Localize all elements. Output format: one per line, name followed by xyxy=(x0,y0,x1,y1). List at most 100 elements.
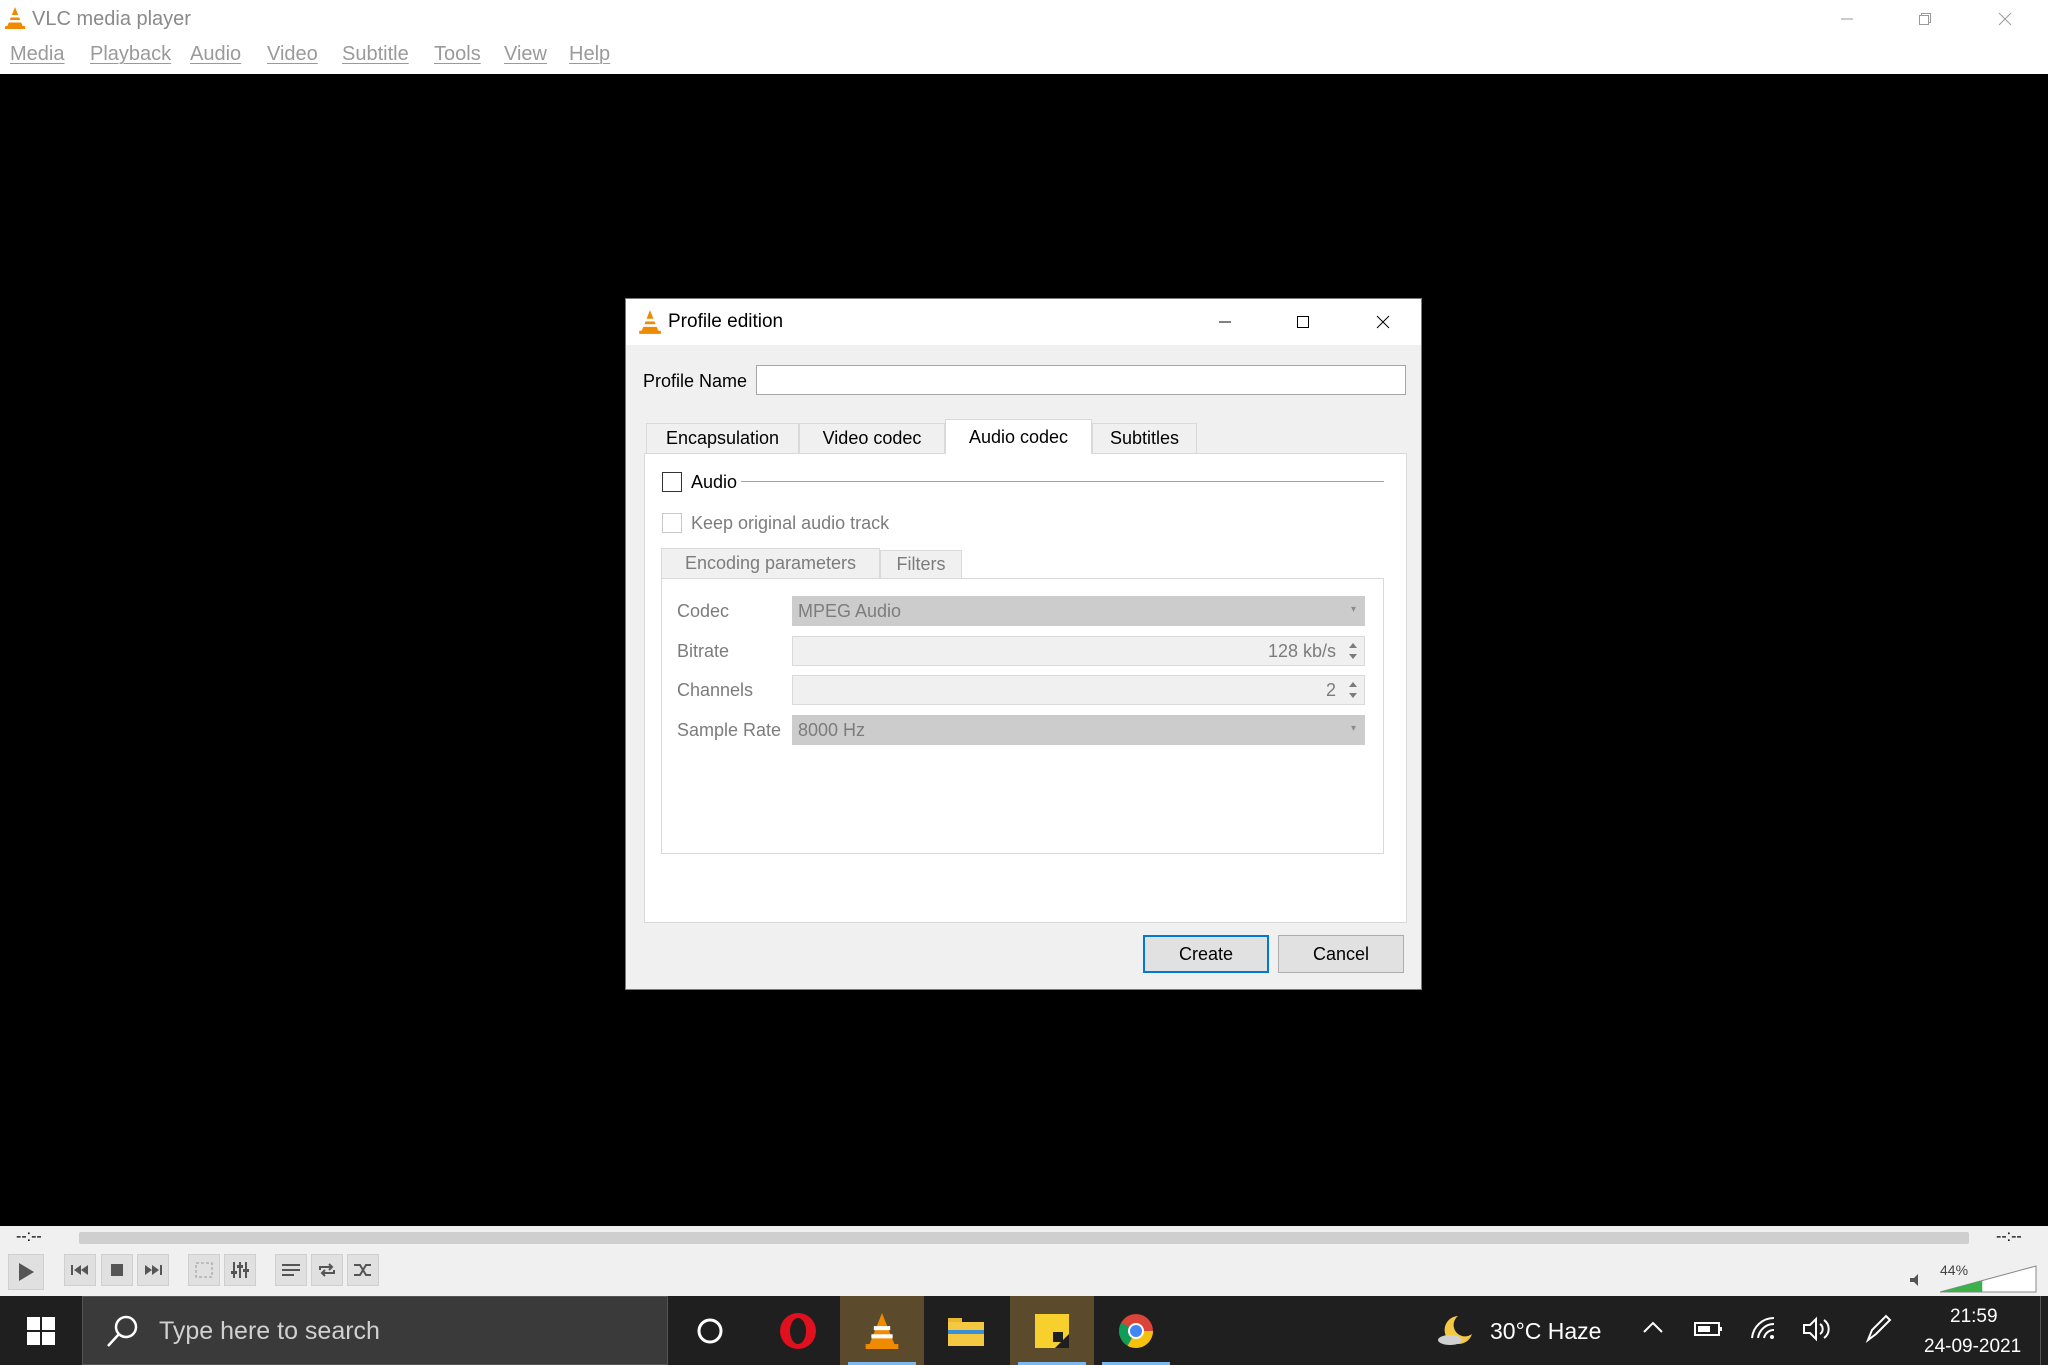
tab-subtitles[interactable]: Subtitles xyxy=(1092,423,1197,453)
tab-video-codec[interactable]: Video codec xyxy=(799,423,945,453)
dialog-close-button[interactable] xyxy=(1355,303,1411,341)
taskbar-vlc[interactable] xyxy=(840,1296,924,1365)
previous-button[interactable] xyxy=(64,1254,96,1286)
keep-original-audio-checkbox[interactable] xyxy=(662,513,682,533)
encoding-parameters-panel: Codec MPEG Audio ▾ Bitrate 128 kb/s Chan… xyxy=(661,578,1384,854)
menu-playback[interactable]: Playback xyxy=(90,43,171,66)
loop-button[interactable] xyxy=(311,1254,343,1286)
close-button[interactable] xyxy=(1966,0,2044,38)
vlc-titlebar: VLC media player xyxy=(0,0,2048,38)
window-title: VLC media player xyxy=(32,8,191,30)
fullscreen-button[interactable] xyxy=(188,1254,220,1286)
playlist-icon xyxy=(282,1264,300,1276)
player-controls: 44% xyxy=(0,1250,2048,1296)
dialog-minimize-button[interactable] xyxy=(1197,303,1253,341)
spin-arrows-icon[interactable] xyxy=(1346,678,1360,702)
elapsed-time: --:-- xyxy=(16,1228,42,1245)
profile-name-label: Profile Name xyxy=(643,371,748,391)
bitrate-spinbox[interactable]: 128 kb/s xyxy=(792,636,1365,666)
volume-wedge xyxy=(1939,1265,2037,1293)
audio-checkbox-label: Audio xyxy=(691,472,738,492)
seek-slider[interactable] xyxy=(79,1232,1969,1244)
taskbar-search-box[interactable]: Type here to search xyxy=(82,1296,668,1365)
menu-subtitle[interactable]: Subtitle xyxy=(342,43,409,66)
dialog-maximize-button[interactable] xyxy=(1275,303,1331,341)
clock-date[interactable]: 24-09-2021 xyxy=(1924,1336,2021,1358)
chrome-icon xyxy=(1119,1313,1153,1348)
file-explorer-icon xyxy=(948,1317,984,1346)
show-desktop-button[interactable] xyxy=(2040,1296,2048,1365)
menu-audio[interactable]: Audio xyxy=(190,43,241,66)
sample-rate-value: 8000 Hz xyxy=(798,719,866,740)
tab-audio-codec[interactable]: Audio codec xyxy=(945,419,1092,454)
taskbar-file-explorer[interactable] xyxy=(924,1296,1008,1365)
sample-rate-label: Sample Rate xyxy=(677,720,782,740)
search-placeholder: Type here to search xyxy=(159,1317,380,1345)
codec-select[interactable]: MPEG Audio ▾ xyxy=(792,596,1365,626)
equalizer-icon xyxy=(231,1262,249,1278)
menu-video[interactable]: Video xyxy=(267,43,318,66)
battery-icon[interactable] xyxy=(1694,1320,1724,1343)
cortana-button[interactable] xyxy=(668,1296,752,1365)
dialog-titlebar: Profile edition xyxy=(626,299,1421,345)
restore-button[interactable] xyxy=(1886,0,1964,38)
vlc-cone-icon xyxy=(638,309,662,340)
stop-icon xyxy=(111,1264,123,1276)
volume-icon[interactable] xyxy=(1802,1316,1832,1347)
play-button[interactable] xyxy=(8,1254,44,1290)
windows-taskbar: Type here to search 30°C Haze 21:59 24-0… xyxy=(0,1296,2048,1365)
extended-settings-button[interactable] xyxy=(224,1254,256,1286)
volume-speaker-icon[interactable] xyxy=(1908,1272,1924,1293)
weather-text[interactable]: 30°C Haze xyxy=(1490,1318,1601,1345)
chevron-down-icon: ▾ xyxy=(1350,604,1356,615)
chevron-up-icon[interactable] xyxy=(1642,1320,1664,1339)
playlist-button[interactable] xyxy=(275,1254,307,1286)
cortana-icon xyxy=(697,1318,723,1343)
menu-help[interactable]: Help xyxy=(569,43,610,66)
fullscreen-icon xyxy=(195,1262,213,1278)
start-button[interactable] xyxy=(0,1296,82,1365)
channels-spinbox[interactable]: 2 xyxy=(792,675,1365,705)
tab-encapsulation[interactable]: Encapsulation xyxy=(646,423,799,453)
cancel-button[interactable]: Cancel xyxy=(1278,935,1404,973)
channels-value: 2 xyxy=(1325,679,1336,700)
pen-icon[interactable] xyxy=(1864,1314,1892,1349)
menu-view[interactable]: View xyxy=(504,43,547,66)
seek-row: --:-- --:-- xyxy=(0,1226,2048,1250)
play-icon xyxy=(19,1263,34,1281)
bitrate-label: Bitrate xyxy=(677,641,730,661)
taskbar-opera[interactable] xyxy=(756,1296,840,1365)
taskbar-sticky-notes[interactable] xyxy=(1010,1296,1094,1365)
subtab-filters[interactable]: Filters xyxy=(880,550,962,578)
channels-label: Channels xyxy=(677,680,754,700)
remaining-time: --:-- xyxy=(1996,1228,2022,1245)
menu-media[interactable]: Media xyxy=(10,43,64,66)
volume-slider[interactable] xyxy=(1938,1264,2038,1299)
taskbar-chrome[interactable] xyxy=(1094,1296,1178,1365)
create-button[interactable]: Create xyxy=(1143,935,1269,973)
dialog-title: Profile edition xyxy=(668,311,784,332)
next-icon xyxy=(145,1265,162,1275)
wifi-icon[interactable] xyxy=(1750,1316,1778,1347)
vlc-icon xyxy=(865,1312,899,1349)
profile-name-input[interactable] xyxy=(756,365,1406,395)
opera-icon xyxy=(780,1312,816,1349)
codec-label: Codec xyxy=(677,601,730,621)
audio-checkbox[interactable] xyxy=(662,472,682,492)
spin-arrows-icon[interactable] xyxy=(1346,639,1360,663)
weather-moon-icon[interactable] xyxy=(1436,1312,1476,1353)
loop-icon xyxy=(319,1263,335,1277)
sample-rate-select[interactable]: 8000 Hz ▾ xyxy=(792,715,1365,745)
stop-button[interactable] xyxy=(101,1254,133,1286)
bitrate-value: 128 kb/s xyxy=(1267,640,1336,661)
shuffle-button[interactable] xyxy=(347,1254,379,1286)
menu-tools[interactable]: Tools xyxy=(434,43,481,66)
keep-original-audio-label: Keep original audio track xyxy=(691,513,890,533)
shuffle-icon xyxy=(354,1264,371,1276)
previous-icon xyxy=(71,1265,88,1275)
next-button[interactable] xyxy=(137,1254,169,1286)
minimize-button[interactable] xyxy=(1808,0,1886,38)
clock-time[interactable]: 21:59 xyxy=(1950,1306,1998,1328)
subtab-encoding-parameters[interactable]: Encoding parameters xyxy=(661,548,880,578)
audio-codec-panel: Audio Keep original audio track Encoding… xyxy=(644,453,1407,923)
